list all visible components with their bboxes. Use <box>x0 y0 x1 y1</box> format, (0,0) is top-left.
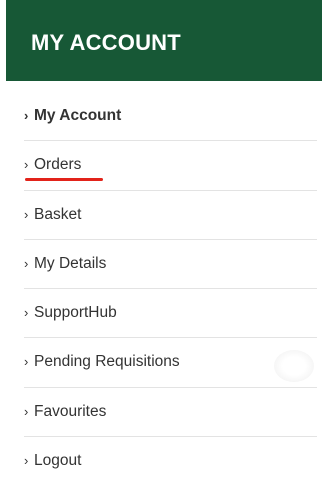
account-sidebar: MY ACCOUNT › My Account › Orders › Basket ›… <box>6 0 322 481</box>
menu-link-pending-requisitions[interactable]: › Pending Requisitions <box>24 352 180 372</box>
chevron-right-icon: › <box>24 453 29 469</box>
chevron-right-icon: › <box>24 354 29 370</box>
menu-item-my-account: › My Account <box>24 92 317 142</box>
menu-label: SupportHub <box>34 304 117 322</box>
menu-item-pending-requisitions: › Pending Requisitions <box>24 338 317 388</box>
menu-link-logout[interactable]: › Logout <box>24 451 81 471</box>
menu-label: Pending Requisitions <box>34 353 180 371</box>
menu-link-basket[interactable]: › Basket <box>24 205 81 225</box>
menu-link-my-details[interactable]: › My Details <box>24 254 106 274</box>
chevron-right-icon: › <box>24 206 29 222</box>
chevron-right-icon: › <box>24 255 29 271</box>
menu-label: My Account <box>34 107 122 124</box>
chevron-right-icon: › <box>24 305 29 321</box>
menu-label: Logout <box>34 452 82 470</box>
menu-item-favourites: › Favourites <box>24 388 317 438</box>
menu-label: My Details <box>34 254 107 272</box>
chevron-right-icon: › <box>24 157 29 173</box>
sidebar-header: MY ACCOUNT <box>6 0 322 81</box>
menu-label: Orders <box>34 156 82 174</box>
menu-link-favourites[interactable]: › Favourites <box>24 402 106 422</box>
menu-link-supporthub[interactable]: › SupportHub <box>24 303 117 323</box>
menu-item-basket: › Basket <box>24 191 317 240</box>
red-underline-annotation <box>25 178 103 182</box>
menu-item-supporthub: › SupportHub <box>24 289 317 339</box>
chevron-right-icon: › <box>24 108 29 123</box>
menu-item-orders: › Orders <box>24 141 317 191</box>
menu-link-orders[interactable]: › Orders <box>24 155 81 175</box>
account-menu: › My Account › Orders › Basket › My Details … <box>24 92 317 486</box>
menu-label: Favourites <box>34 402 107 420</box>
redaction-smudge <box>274 350 314 382</box>
sidebar-title: MY ACCOUNT <box>31 30 181 55</box>
menu-link-my-account[interactable]: › My Account <box>24 106 121 126</box>
chevron-right-icon: › <box>24 403 29 419</box>
menu-item-logout: › Logout <box>24 437 317 486</box>
menu-label: Basket <box>34 205 82 223</box>
menu-item-my-details: › My Details <box>24 240 317 290</box>
